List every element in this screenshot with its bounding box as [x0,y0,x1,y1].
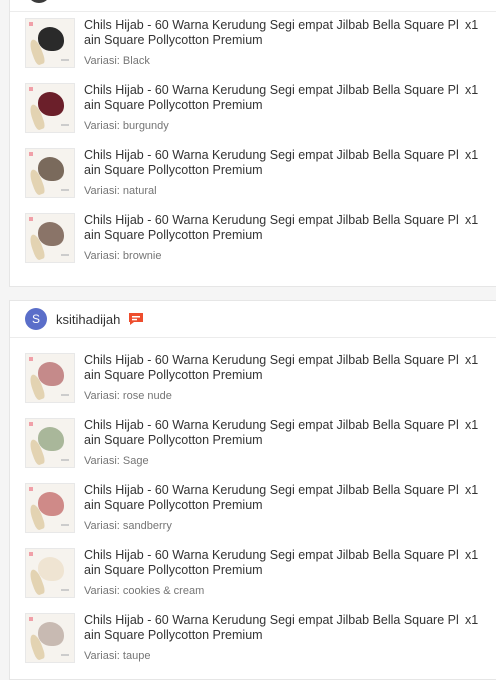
product-thumbnail[interactable] [25,148,75,198]
product-color-swatch [38,492,64,516]
shop-avatar[interactable] [27,0,51,3]
shop-header: S ksitihadijah [10,301,496,338]
order-item[interactable]: Chils Hijab - 60 Warna Kerudung Segi emp… [10,83,496,148]
order-items: Chils Hijab - 60 Warna Kerudung Segi emp… [10,338,496,678]
item-quantity: x1 [465,418,479,432]
item-variant: Variasi: Black [84,55,150,67]
order-items: Chils Hijab - 60 Warna Kerudung Segi emp… [10,12,496,278]
product-title[interactable]: Chils Hijab - 60 Warna Kerudung Segi emp… [84,83,462,113]
product-title[interactable]: Chils Hijab - 60 Warna Kerudung Segi emp… [84,483,462,513]
product-thumbnail[interactable] [25,83,75,133]
item-variant: Variasi: natural [84,185,157,197]
order-item[interactable]: Chils Hijab - 60 Warna Kerudung Segi emp… [10,18,496,83]
product-thumbnail[interactable] [25,213,75,263]
order-item[interactable]: Chils Hijab - 60 Warna Kerudung Segi emp… [10,213,496,278]
item-quantity: x1 [465,353,479,367]
product-thumbnail[interactable] [25,548,75,598]
item-variant: Variasi: sandberry [84,520,172,532]
order-item[interactable]: Chils Hijab - 60 Warna Kerudung Segi emp… [10,483,496,548]
item-variant: Variasi: burgundy [84,120,169,132]
product-thumbnail[interactable] [25,18,75,68]
product-title[interactable]: Chils Hijab - 60 Warna Kerudung Segi emp… [84,418,462,448]
item-quantity: x1 [465,548,479,562]
item-variant: Variasi: rose nude [84,390,172,402]
product-thumbnail[interactable] [25,418,75,468]
order-item[interactable]: Chils Hijab - 60 Warna Kerudung Segi emp… [10,613,496,678]
order-item[interactable]: Chils Hijab - 60 Warna Kerudung Segi emp… [10,148,496,213]
product-thumbnail[interactable] [25,483,75,533]
product-thumbnail[interactable] [25,613,75,663]
product-color-swatch [38,27,64,51]
item-quantity: x1 [465,18,479,32]
item-variant: Variasi: taupe [84,650,151,662]
item-quantity: x1 [465,83,479,97]
shop-name[interactable]: ksitihadijah [56,312,120,327]
item-quantity: x1 [465,483,479,497]
item-variant: Variasi: Sage [84,455,149,467]
product-title[interactable]: Chils Hijab - 60 Warna Kerudung Segi emp… [84,613,462,643]
item-variant: Variasi: cookies & cream [84,585,205,597]
shop-avatar[interactable]: S [25,308,47,330]
product-thumbnail[interactable] [25,353,75,403]
order-card: S ksitihadijah Chils Hijab - 60 Warna Ke… [9,300,496,680]
order-card: Chils Hijab - 60 Warna Kerudung Segi emp… [9,0,496,287]
product-color-swatch [38,362,64,386]
order-item[interactable]: Chils Hijab - 60 Warna Kerudung Segi emp… [10,353,496,418]
product-color-swatch [38,157,64,181]
shop-header [10,0,496,12]
product-color-swatch [38,427,64,451]
product-title[interactable]: Chils Hijab - 60 Warna Kerudung Segi emp… [84,213,462,243]
product-color-swatch [38,92,64,116]
item-quantity: x1 [465,613,479,627]
product-color-swatch [38,622,64,646]
product-color-swatch [38,222,64,246]
item-quantity: x1 [465,213,479,227]
item-quantity: x1 [465,148,479,162]
product-title[interactable]: Chils Hijab - 60 Warna Kerudung Segi emp… [84,548,462,578]
order-item[interactable]: Chils Hijab - 60 Warna Kerudung Segi emp… [10,418,496,483]
chat-icon[interactable] [128,312,144,326]
product-color-swatch [38,557,64,581]
product-title[interactable]: Chils Hijab - 60 Warna Kerudung Segi emp… [84,18,462,48]
order-item[interactable]: Chils Hijab - 60 Warna Kerudung Segi emp… [10,548,496,613]
product-title[interactable]: Chils Hijab - 60 Warna Kerudung Segi emp… [84,353,462,383]
item-variant: Variasi: brownie [84,250,162,262]
product-title[interactable]: Chils Hijab - 60 Warna Kerudung Segi emp… [84,148,462,178]
